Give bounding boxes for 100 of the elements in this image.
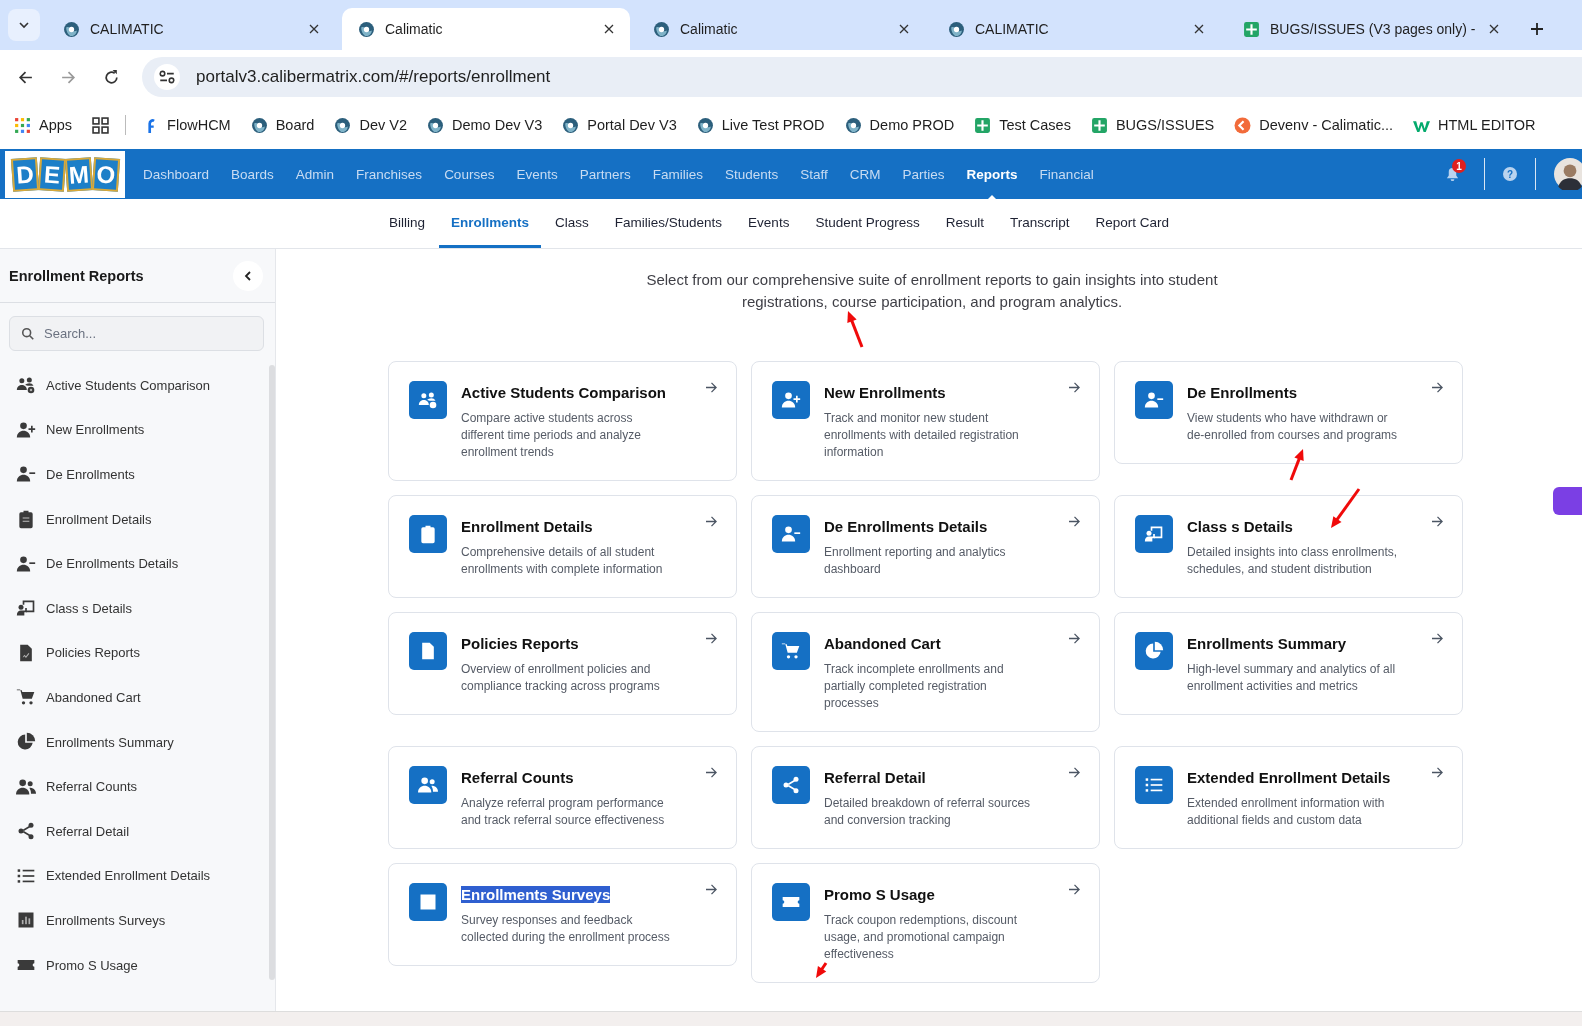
report-card[interactable]: De Enrollments Details Enrollment reporting and analytics dashboard [751,495,1100,598]
report-card[interactable]: Promo S Usage Track coupon redemptions, discount usage, and promotional campaign effectiveness [751,863,1100,983]
share-icon [16,821,36,842]
bookmark[interactable]: Apps [14,116,73,134]
nav-link[interactable]: Partners [579,166,631,182]
nav-link[interactable]: Financial [1039,166,1094,182]
report-card[interactable]: Referral Counts Analyze referral program performance and track referral source effectiveness [388,746,737,849]
nav-link[interactable]: Franchises [356,166,423,182]
report-link[interactable]: Active Students Comparison [0,363,269,408]
bookmark[interactable]: Live Test PROD [696,116,825,134]
search-field[interactable]: Search... [9,316,264,351]
card-description: Detailed breakdown of referral sources and conversion tracking [824,795,1032,829]
close-icon[interactable] [1489,24,1499,34]
collapse-button[interactable] [233,260,263,291]
tab-groups-icon[interactable] [92,116,110,134]
report-card[interactable]: Class s Details Detailed insights into class enrollments, schedules, and student distribution [1114,495,1463,598]
close-icon[interactable] [899,24,909,34]
nav-link[interactable]: Reports [966,166,1018,182]
card-description: Enrollment reporting and analytics dashboard [824,544,1007,578]
report-link[interactable]: Enrollments Surveys [0,898,269,943]
arrow-icon [1068,884,1081,895]
bookmark[interactable]: Board [250,116,315,134]
browser-tab[interactable]: Calimatic [637,8,925,50]
arrow-icon [1431,516,1444,527]
close-icon[interactable] [309,24,319,34]
report-card[interactable]: New Enrollments Track and monitor new student enrollments with detailed registration information [751,361,1100,481]
report-card[interactable]: Policies Reports Overview of enrollment policies and compliance tracking across programs [388,612,737,715]
user-minus-icon [16,464,36,485]
report-card[interactable]: Enrollments Surveys Survey responses and feedback collected during the enrollment process [388,863,737,966]
browser-tab[interactable]: CALIMATIC [932,8,1220,50]
bookmark[interactable]: Demo PROD [844,116,955,134]
report-link[interactable]: New Enrollments [0,407,269,453]
report-tab[interactable]: Report Card [1083,199,1182,248]
nav-link[interactable]: Staff [800,166,828,182]
card-description: Extended enrollment information with additional fields and custom data [1187,795,1386,829]
report-card[interactable]: Referral Detail Detailed breakdown of referral sources and conversion tracking [751,746,1100,849]
report-card[interactable]: Enrollments Summary High-level summary and analytics of all enrollment activities and metrics [1114,612,1463,715]
nav-link[interactable]: Courses [444,166,495,182]
nav-link[interactable]: Families [652,166,703,182]
bookmark[interactable]: FlowHCM [142,116,231,134]
bookmark[interactable]: Portal Dev V3 [562,116,677,134]
report-link[interactable]: De Enrollments Details [0,541,269,586]
nav-link[interactable]: Boards [231,166,274,182]
bookmark[interactable]: Dev V2 [334,116,407,134]
tab-search-button[interactable] [8,9,40,41]
bookmark[interactable]: Devenv - Calimatic... [1234,116,1393,134]
report-link[interactable]: Extended Enrollment Details [0,853,269,899]
report-tab[interactable]: Families/Students [602,199,735,248]
report-link[interactable]: Class s Details [0,585,269,631]
annotation-arrow [816,962,828,978]
report-card[interactable]: Enrollment Details Comprehensive details of all student enrollments with complete information [388,495,737,598]
report-link[interactable]: Enrollments Summary [0,719,269,765]
apps-grid-icon [14,116,31,134]
report-tab[interactable]: Billing [377,199,438,248]
browser-tab[interactable]: CALIMATIC [47,8,335,50]
nav-link[interactable]: Admin [295,166,335,182]
nav-link[interactable]: CRM [849,166,881,182]
new-tab-icon[interactable] [1530,22,1544,36]
students-gear-icon [418,390,438,410]
bookmark[interactable]: BUGS/ISSUES [1090,116,1215,134]
report-link[interactable]: Promo S Usage [0,942,269,988]
nav-link[interactable]: Parties [902,166,945,182]
close-icon[interactable] [604,24,614,34]
browser-tab[interactable]: Calimatic [342,8,630,50]
nav-link[interactable]: Students [725,166,779,182]
report-tab[interactable]: Class [543,199,601,248]
close-icon[interactable] [1194,24,1204,34]
chevron-left-icon [242,269,254,282]
reload-icon[interactable] [103,68,120,86]
report-card[interactable]: Active Students Comparison Compare active students across different time periods and analyze enrollment trends [388,361,737,481]
address-bar[interactable]: portalv3.calibermatrix.com/#/reports/enrollment [142,57,1582,97]
bookmark[interactable]: HTML EDITOR [1413,116,1536,134]
nav-link[interactable]: Dashboard [143,166,210,182]
report-tab[interactable]: Student Progress [803,199,932,248]
site-settings-icon[interactable] [154,64,180,90]
report-link[interactable]: Referral Counts [0,764,269,809]
sidebar-title: Enrollment Reports [9,267,144,284]
nav-link[interactable]: Events [516,166,558,182]
scrollbar-thumb[interactable] [269,365,275,980]
report-tab[interactable]: Events [736,199,802,248]
bookmark[interactable]: Test Cases [974,116,1071,134]
globe-logo-icon [63,20,80,38]
report-tab[interactable]: Result [933,199,996,248]
devenv-logo-icon [1234,116,1252,134]
report-tab[interactable]: Transcript [997,199,1082,248]
report-card[interactable]: De Enrollments View students who have withdrawn or de-enrolled from courses and programs [1114,361,1463,464]
report-link[interactable]: Policies Reports [0,630,269,676]
report-link[interactable]: De Enrollments [0,452,269,497]
report-card[interactable]: Extended Enrollment Details Extended enrollment information with additional fields and custom data [1114,746,1463,849]
avatar[interactable] [1554,158,1582,190]
demo-logo[interactable]: D E M O [5,150,125,198]
report-card[interactable]: Abandoned Cart Track incomplete enrollments and partially completed registration processes [751,612,1100,732]
report-link[interactable]: Abandoned Cart [0,675,269,720]
report-link[interactable]: Referral Detail [0,808,269,854]
arrow-icon [1068,633,1081,644]
card-description: Comprehensive details of all student enrollments with complete information [461,544,664,578]
browser-tab[interactable]: BUGS/ISSUES (V3 pages only) - [1227,8,1515,50]
report-link[interactable]: Enrollment Details [0,496,269,542]
bookmark[interactable]: Demo Dev V3 [426,116,543,134]
report-tab[interactable]: Enrollments [439,199,542,248]
